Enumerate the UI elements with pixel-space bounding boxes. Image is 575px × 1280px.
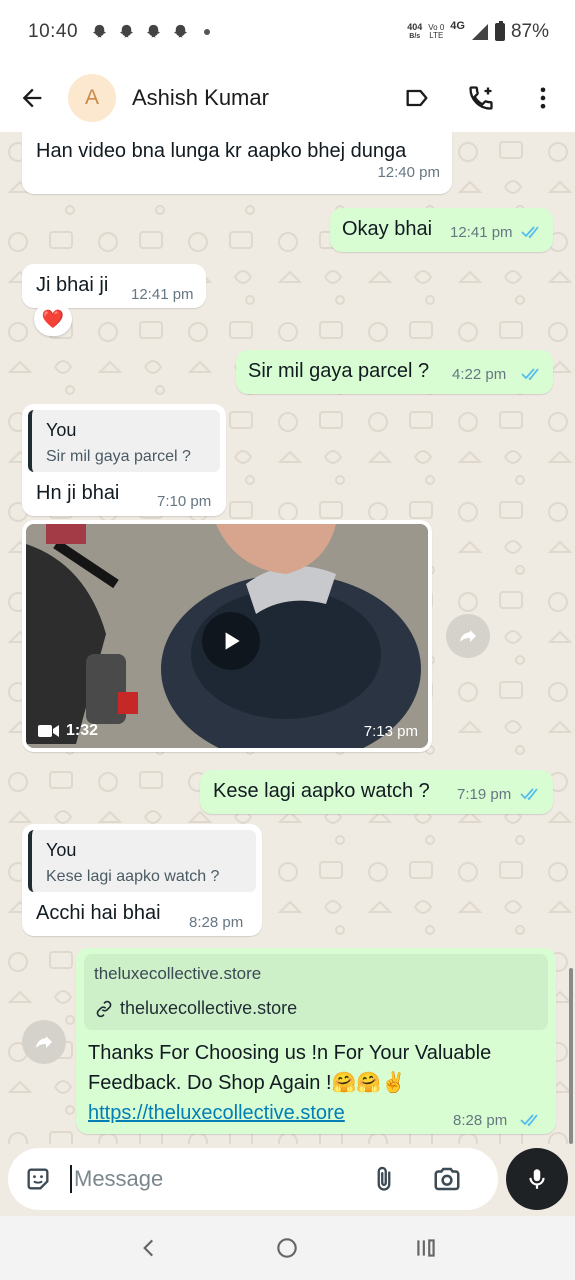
avatar[interactable]: A (68, 74, 116, 122)
label-icon[interactable] (403, 84, 431, 112)
link-icon (96, 1000, 112, 1017)
quote-text: Sir mil gaya parcel ? (46, 448, 191, 465)
chat-header: A Ashish Kumar (0, 64, 575, 132)
read-ticks-icon (520, 788, 538, 801)
notification-icons (90, 23, 211, 42)
nav-home-icon[interactable] (274, 1235, 300, 1261)
outgoing-message[interactable]: Sir mil gaya parcel ? 4:22 pm (236, 350, 553, 394)
incoming-reply-message[interactable]: You Kese lagi aapko watch ? Acchi hai bh… (22, 824, 262, 936)
read-ticks-icon (521, 226, 539, 239)
camera-icon[interactable] (432, 1164, 462, 1194)
link-preview-url: theluxecollective.store (94, 998, 297, 1019)
text-caret (70, 1165, 72, 1193)
message-time: 4:22 pm (452, 366, 507, 383)
message-text: Okay bhai (342, 218, 433, 240)
message-text: Kese lagi aapko watch ? (213, 780, 430, 802)
video-message[interactable]: 1:32 7:13 pm (22, 520, 432, 752)
read-ticks-icon (521, 368, 539, 381)
message-time: 12:41 pm (450, 224, 513, 241)
message-time: 8:28 pm (189, 914, 244, 931)
network-speed-unit: B/s (409, 33, 421, 40)
contact-name[interactable]: Ashish Kumar (132, 85, 269, 111)
snapchat-ghost-icon (93, 24, 106, 37)
status-right: 404 B/s Vo 0 LTE 4G 87% (407, 20, 549, 43)
video-thumbnail[interactable]: 1:32 7:13 pm (26, 524, 428, 748)
forward-icon (36, 1036, 52, 1048)
back-arrow-icon[interactable] (18, 84, 46, 112)
more-notifications-dot (204, 29, 211, 35)
incoming-message[interactable]: Han video bna lunga kr aapko bhej dunga … (22, 132, 452, 194)
link-preview[interactable]: theluxecollective.store theluxecollectiv… (84, 954, 548, 1030)
message-time: 12:40 pm (377, 164, 440, 181)
outgoing-link-message[interactable]: theluxecollective.store theluxecollectiv… (76, 948, 556, 1134)
message-time: 7:13 pm (363, 723, 418, 740)
more-vert-icon[interactable] (529, 84, 557, 112)
play-icon (225, 632, 240, 650)
add-call-icon[interactable] (467, 84, 495, 112)
system-nav-bar (0, 1216, 575, 1280)
heart-reaction-icon: ❤️ (41, 308, 65, 329)
message-line-1: Thanks For Choosing us !n For Your Valua… (88, 1042, 492, 1064)
attach-icon[interactable] (370, 1165, 398, 1193)
play-button[interactable] (202, 612, 260, 670)
link-preview-title: theluxecollective.store (94, 964, 262, 983)
sticker-icon[interactable] (24, 1165, 52, 1193)
volte-indicator: Vo 0 LTE (428, 24, 444, 40)
chat-area[interactable]: Han video bna lunga kr aapko bhej dunga … (0, 132, 575, 1144)
quote-text: Kese lagi aapko watch ? (46, 868, 220, 885)
quote-author: You (46, 840, 77, 860)
message-text: Sir mil gaya parcel ? (248, 360, 430, 382)
nav-back-icon[interactable] (136, 1235, 162, 1261)
message-text: Han video bna lunga kr aapko bhej dunga (36, 140, 407, 162)
mic-icon (529, 1169, 545, 1189)
signal-icon (471, 24, 488, 40)
battery-icon (494, 21, 505, 41)
status-bar: 10:40 404 B/s Vo 0 LTE 4G 87% (0, 0, 575, 64)
forward-button[interactable] (22, 1020, 66, 1064)
incoming-reply-message[interactable]: You Sir mil gaya parcel ? Hn ji bhai 7:1… (22, 404, 226, 516)
forward-button[interactable] (446, 614, 490, 658)
message-link[interactable]: https://theluxecollective.store (88, 1098, 491, 1128)
message-input[interactable] (74, 1166, 364, 1192)
message-time: 7:10 pm (157, 493, 212, 510)
quoted-message[interactable]: You Sir mil gaya parcel ? (28, 410, 220, 472)
snapchat-ghost-icon (147, 24, 160, 37)
message-reaction[interactable]: ❤️ (34, 302, 72, 336)
message-text: Ji bhai ji (36, 274, 109, 296)
quote-author: You (46, 420, 77, 440)
video-camera-icon (38, 725, 59, 737)
video-duration-text: 1:32 (66, 722, 99, 739)
message-line-2: Feedback. Do Shop Again !🤗🤗✌️ (88, 1072, 407, 1094)
message-time: 12:41 pm (131, 286, 194, 303)
battery-percent: 87% (510, 21, 549, 42)
network-speed: 404 B/s (407, 23, 422, 41)
forward-icon (460, 630, 476, 642)
voice-record-button[interactable] (506, 1148, 568, 1210)
network-speed-value: 404 (407, 22, 423, 32)
message-text: Thanks For Choosing us !n For Your Valua… (88, 1038, 491, 1128)
link-preview-url-text: theluxecollective.store (120, 998, 298, 1018)
quoted-message[interactable]: You Kese lagi aapko watch ? (28, 830, 256, 892)
header-actions (403, 84, 575, 112)
network-type: 4G (450, 20, 465, 32)
video-duration: 1:32 (38, 722, 98, 740)
volte-bottom: LTE (429, 31, 444, 40)
message-text: Hn ji bhai (36, 482, 120, 504)
outgoing-message[interactable]: Okay bhai 12:41 pm (330, 208, 553, 252)
read-ticks-icon (520, 1114, 538, 1127)
nav-recents-icon[interactable] (413, 1235, 439, 1261)
outgoing-message[interactable]: Kese lagi aapko watch ? 7:19 pm (200, 770, 553, 814)
status-time: 10:40 (28, 21, 79, 42)
message-text: Acchi hai bhai (36, 902, 161, 924)
message-time: 8:28 pm (453, 1112, 508, 1129)
snapchat-ghost-icon (120, 24, 133, 37)
snapchat-ghost-icon (174, 24, 187, 37)
message-time: 7:19 pm (457, 786, 512, 803)
message-composer (8, 1148, 498, 1210)
chat-scrollbar[interactable] (569, 968, 573, 1144)
